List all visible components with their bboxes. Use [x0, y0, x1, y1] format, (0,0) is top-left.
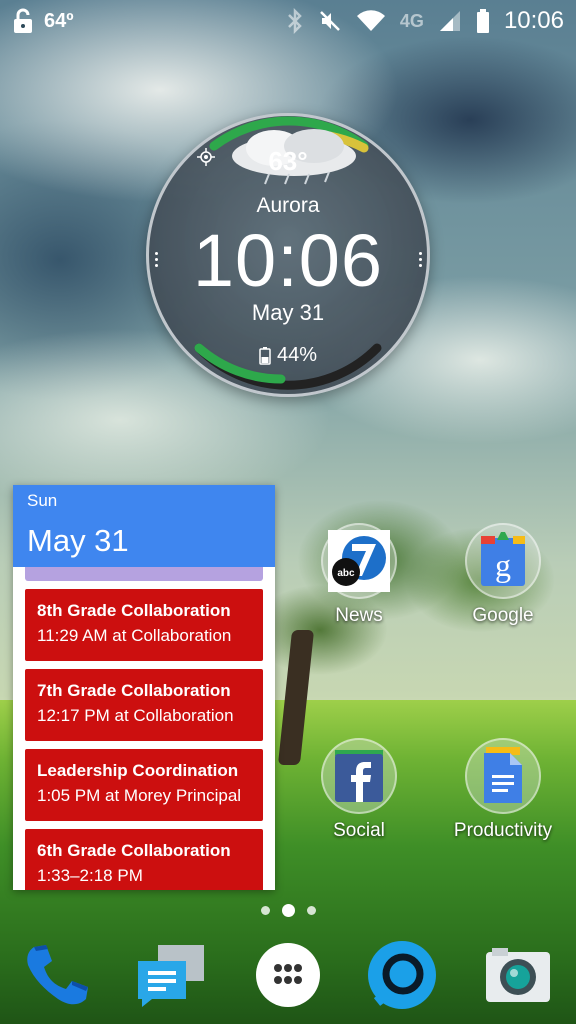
- app-google-folder[interactable]: g Google: [448, 523, 558, 627]
- unlock-icon: [12, 8, 34, 34]
- svg-text:abc: abc: [337, 568, 355, 579]
- event-title: 7th Grade Collaboration: [37, 681, 231, 700]
- dock-camera[interactable]: [480, 935, 556, 1015]
- widget-battery: 44%: [149, 344, 427, 367]
- calendar-event[interactable]: 6th Grade Collaboration 1:33–2:18 PM: [25, 829, 263, 890]
- chat-icon: [368, 941, 436, 1009]
- abc7-news-icon: abc: [321, 523, 397, 599]
- widget-battery-icon: [259, 346, 271, 365]
- calendar-day: Sun: [27, 491, 58, 510]
- facebook-folder-icon: [321, 738, 397, 814]
- calendar-widget[interactable]: Sun May 31 8th Grade Collaboration 11:29…: [13, 485, 275, 890]
- docs-folder-icon: [465, 738, 541, 814]
- widget-resize-handle-right[interactable]: [412, 246, 428, 272]
- google-folder-icon: g: [465, 523, 541, 599]
- app-social-folder[interactable]: Social: [304, 738, 414, 842]
- mute-icon: [318, 9, 342, 33]
- signal-icon: [438, 9, 462, 33]
- page-dot[interactable]: [306, 906, 316, 915]
- calendar-date: May 31: [27, 523, 129, 558]
- calendar-event-partial[interactable]: [25, 567, 263, 581]
- wifi-icon: [356, 10, 386, 32]
- page-dot-active[interactable]: [281, 904, 295, 917]
- svg-text:g: g: [495, 547, 511, 583]
- status-bar: 64º 4G 10:06: [0, 0, 576, 42]
- app-label: News: [335, 605, 383, 626]
- messaging-icon: [138, 945, 204, 1007]
- widget-temperature: 63°: [268, 146, 308, 176]
- bluetooth-icon: [286, 8, 304, 34]
- clock-weather-widget[interactable]: 63° Aurora 10:06 May 31 44%: [146, 113, 430, 397]
- status-temperature: 64º: [44, 9, 74, 32]
- dock-chat[interactable]: [364, 935, 440, 1015]
- phone-icon: [27, 945, 88, 1005]
- widget-city: Aurora: [256, 194, 320, 217]
- event-detail: 1:33–2:18 PM: [37, 866, 143, 885]
- calendar-event-list[interactable]: 8th Grade Collaboration 11:29 AM at Coll…: [13, 567, 275, 890]
- app-label: Google: [472, 605, 534, 626]
- event-title: Leadership Coordination: [37, 761, 239, 780]
- battery-icon: [476, 8, 490, 34]
- app-drawer-icon: [256, 943, 320, 1007]
- event-detail: 11:29 AM at Collaboration: [37, 626, 232, 645]
- widget-time: 10:06: [192, 219, 384, 302]
- dock-phone[interactable]: [18, 935, 94, 1015]
- event-detail: 12:17 PM at Collaboration: [37, 706, 234, 725]
- app-news[interactable]: abc News: [304, 523, 414, 627]
- calendar-event[interactable]: 7th Grade Collaboration 12:17 PM at Coll…: [25, 669, 263, 741]
- page-indicator: [0, 904, 576, 917]
- dock-messaging[interactable]: [133, 935, 209, 1015]
- widget-date: May 31: [251, 300, 325, 325]
- event-title: 8th Grade Collaboration: [37, 601, 231, 620]
- calendar-event[interactable]: Leadership Coordination 1:05 PM at Morey…: [25, 749, 263, 821]
- calendar-event[interactable]: 8th Grade Collaboration 11:29 AM at Coll…: [25, 589, 263, 661]
- page-dot[interactable]: [260, 906, 270, 915]
- app-label: Productivity: [453, 820, 553, 841]
- dock-app-drawer[interactable]: [250, 935, 326, 1015]
- widget-resize-handle-left[interactable]: [148, 246, 164, 272]
- calendar-header[interactable]: Sun May 31: [13, 485, 275, 567]
- dock: [0, 930, 576, 1020]
- event-title: 6th Grade Collaboration: [37, 841, 231, 860]
- status-time: 10:06: [503, 7, 564, 34]
- widget-battery-label: 44%: [276, 344, 318, 366]
- network-type: 4G: [400, 12, 424, 30]
- app-label: Social: [333, 820, 385, 841]
- camera-icon: [486, 948, 550, 1002]
- event-detail: 1:05 PM at Morey Principal: [37, 786, 242, 805]
- app-productivity-folder[interactable]: Productivity: [448, 738, 558, 842]
- network-label: 4G: [399, 11, 424, 31]
